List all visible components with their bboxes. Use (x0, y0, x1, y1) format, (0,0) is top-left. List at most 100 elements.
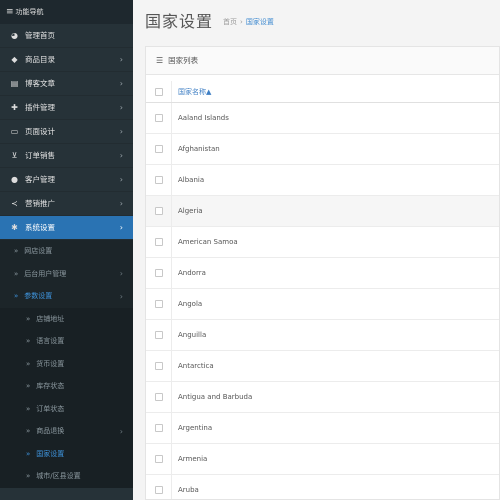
row-checkbox[interactable] (154, 114, 163, 122)
sidebar-item[interactable]: ✚ 插件管理 › (0, 96, 133, 120)
row-checkbox[interactable] (154, 176, 163, 184)
user-icon: ● (11, 175, 18, 184)
row-checkbox-cell (146, 227, 172, 257)
table-row[interactable]: Armenia (146, 444, 499, 475)
select-all-cell (146, 81, 172, 102)
sidebar-item[interactable]: ▭ 页面设计 › (0, 120, 133, 144)
submenu-item[interactable]: » 商品退换 › (0, 420, 133, 443)
sidebar-item[interactable]: ≺ 营销推广 › (0, 192, 133, 216)
page-title: 国家设置 (145, 12, 214, 31)
submenu-item-label: 参数设置 (24, 292, 53, 301)
chevron-right-icon: › (119, 199, 123, 208)
row-checkbox[interactable] (154, 393, 163, 401)
row-checkbox-cell (146, 258, 172, 288)
table-header-row: 国家名称▲ (146, 81, 499, 103)
submenu-item-label: 店铺地址 (36, 314, 65, 323)
table-row[interactable]: Aaland Islands (146, 103, 499, 134)
row-checkbox[interactable] (154, 269, 163, 277)
submenu-item[interactable]: » 语言设置 (0, 330, 133, 353)
sidebar-item[interactable]: ◆ 商品目录 › (0, 48, 133, 72)
submenu-item[interactable]: » 国家设置 (0, 443, 133, 466)
table-row[interactable]: Albania (146, 165, 499, 196)
row-checkbox-cell (146, 289, 172, 319)
table-row[interactable]: Afghanistan (146, 134, 499, 165)
country-name: American Samoa (178, 238, 238, 246)
row-checkbox[interactable] (154, 424, 163, 432)
submenu-item-label: 订单状态 (36, 404, 65, 413)
main-content: 国家设置 首页 › 国家设置 ☰ 国家列表 国家名称▲ Aaland Islan… (133, 0, 500, 500)
row-checkbox-cell (146, 413, 172, 443)
submenu-item-label: 网店设置 (24, 247, 53, 256)
row-checkbox-cell (146, 103, 172, 133)
table-row[interactable]: Anguilla (146, 320, 499, 351)
sidebar-item-label: 管理首页 (25, 31, 55, 40)
sidebar-item[interactable]: ◕ 管理首页 (0, 24, 133, 48)
submenu-item[interactable]: » 货币设置 (0, 353, 133, 376)
row-checkbox[interactable] (154, 455, 163, 463)
row-checkbox[interactable] (154, 300, 163, 308)
submenu-item[interactable]: » 店铺地址 (0, 308, 133, 331)
double-chevron-icon: » (14, 292, 19, 301)
submenu-item[interactable]: » 参数设置 › (0, 285, 133, 308)
chevron-right-icon: › (119, 291, 123, 301)
submenu-item[interactable]: » 网店设置 (0, 240, 133, 263)
breadcrumb-home[interactable]: 首页 (223, 17, 237, 27)
chevron-right-icon: › (119, 55, 123, 64)
country-name: Albania (178, 176, 205, 184)
row-checkbox[interactable] (154, 145, 163, 153)
panel-title: 国家列表 (168, 56, 199, 65)
chevron-right-icon: › (119, 223, 123, 232)
table-row[interactable]: Angola (146, 289, 499, 320)
row-checkbox[interactable] (154, 486, 163, 494)
table-row[interactable]: Aruba (146, 475, 499, 499)
row-checkbox[interactable] (154, 331, 163, 339)
double-chevron-icon: » (14, 247, 19, 256)
row-checkbox[interactable] (154, 362, 163, 370)
table-row[interactable]: Andorra (146, 258, 499, 289)
double-chevron-icon: » (26, 449, 31, 458)
country-name: Afghanistan (178, 145, 220, 153)
sidebar-item[interactable]: ⊻ 订单销售 › (0, 144, 133, 168)
list-icon: ☰ (156, 56, 164, 65)
submenu-item-label: 库存状态 (36, 382, 65, 391)
table-row[interactable]: American Samoa (146, 227, 499, 258)
breadcrumb: 首页 › 国家设置 (223, 17, 274, 27)
dashboard-icon: ◕ (11, 31, 18, 40)
row-checkbox[interactable] (154, 207, 163, 215)
gear-icon: ✱ (11, 223, 18, 232)
country-name: Aruba (178, 486, 199, 494)
hamburger-icon[interactable]: ≡ (6, 7, 14, 17)
table-row[interactable]: Algeria (146, 196, 499, 227)
double-chevron-icon: » (26, 337, 31, 346)
system-settings-submenu: » 网店设置» 后台用户管理 ›» 参数设置 ›» 店铺地址» 语言设置» 货币设置» 库存状态»… (0, 240, 133, 488)
country-name: Anguilla (178, 331, 207, 339)
column-header-country-name[interactable]: 国家名称▲ (172, 87, 211, 97)
sidebar-item[interactable]: ▤ 博客文章 › (0, 72, 133, 96)
sidebar-item-label: 订单销售 (25, 151, 55, 160)
table-row[interactable]: Argentina (146, 413, 499, 444)
select-all-checkbox[interactable] (154, 87, 163, 96)
submenu-item[interactable]: » 后台用户管理 › (0, 263, 133, 286)
double-chevron-icon: » (26, 382, 31, 391)
country-name: Andorra (178, 269, 206, 277)
breadcrumb-current[interactable]: 国家设置 (246, 17, 274, 27)
submenu-item-label: 国家设置 (36, 449, 65, 458)
sidebar-item[interactable]: ● 客户管理 › (0, 168, 133, 192)
chevron-right-icon: › (119, 127, 123, 136)
row-checkbox-cell (146, 165, 172, 195)
sidebar-item[interactable]: ✱ 系统设置 › (0, 216, 133, 240)
table-row[interactable]: Antigua and Barbuda (146, 382, 499, 413)
double-chevron-icon: » (26, 427, 31, 436)
submenu-item[interactable]: » 订单状态 (0, 398, 133, 421)
breadcrumb-separator: › (240, 18, 243, 26)
submenu-item[interactable]: » 库存状态 (0, 375, 133, 398)
sidebar-item-label: 插件管理 (25, 103, 55, 112)
row-checkbox-cell (146, 320, 172, 350)
row-checkbox-cell (146, 196, 172, 226)
row-checkbox[interactable] (154, 238, 163, 246)
country-name: Aaland Islands (178, 114, 229, 122)
table-row[interactable]: Antarctica (146, 351, 499, 382)
submenu-item[interactable]: » 城市/区县设置 (0, 465, 133, 488)
row-checkbox-cell (146, 382, 172, 412)
chevron-right-icon: › (119, 151, 123, 160)
